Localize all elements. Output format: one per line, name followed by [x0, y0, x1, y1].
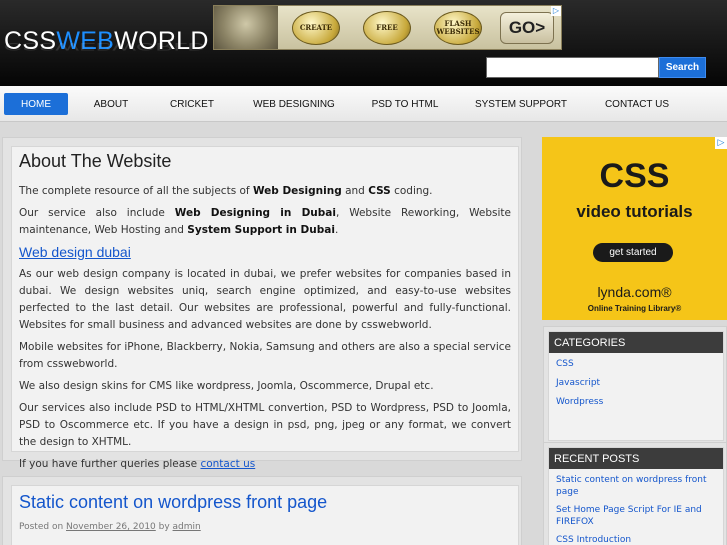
recent-posts-widget: RECENT POSTS Static content on wordpress…: [543, 442, 727, 545]
recent-posts-title: RECENT POSTS: [549, 448, 723, 469]
category-link-css[interactable]: CSS: [556, 358, 716, 370]
page-title: About The Website: [19, 151, 172, 171]
search-input[interactable]: [486, 57, 659, 78]
ad-choices-icon[interactable]: ▷: [715, 137, 727, 149]
banner-badge-free: FREE: [363, 11, 411, 45]
about-paragraph-7: If you have further queries please conta…: [19, 458, 256, 470]
contact-us-link[interactable]: contact us: [200, 458, 255, 470]
nav-item-psd-to-html[interactable]: PSD TO HTML: [367, 93, 443, 115]
about-panel: About The Website The complete resource …: [2, 137, 522, 470]
ad-tagline: Online Training Library®: [587, 304, 682, 313]
about-paragraph-6: Our services also include PSD to HTML/XH…: [19, 402, 511, 448]
site-header: CSSWEBWORLD CSSWEBWORLD CREATE FREE FLAS…: [0, 0, 727, 86]
post-meta: Posted on November 26, 2010 by admin: [19, 522, 201, 532]
post-date-link[interactable]: November 26, 2010: [66, 522, 156, 532]
recent-post-link[interactable]: Static content on wordpress front page: [556, 474, 716, 498]
ad-choices-icon[interactable]: ▷: [551, 6, 561, 16]
nav-item-contact-us[interactable]: CONTACT US: [597, 93, 677, 115]
recent-post-link[interactable]: CSS Introduction: [556, 534, 716, 545]
nav-item-home[interactable]: HOME: [4, 93, 68, 115]
categories-title: CATEGORIES: [549, 332, 723, 353]
post-author-link[interactable]: admin: [173, 522, 201, 532]
ad-headline: CSS: [599, 157, 670, 195]
about-paragraph-1: The complete resource of all the subject…: [19, 185, 433, 197]
categories-widget: CATEGORIES CSS Javascript Wordpress: [543, 326, 727, 448]
nav-item-about[interactable]: ABOUT: [86, 93, 136, 115]
banner-badge-create: CREATE: [292, 11, 340, 45]
sidebar-ad-lynda[interactable]: CSS video tutorials get started lynda.co…: [542, 137, 727, 320]
about-paragraph-4: Mobile websites for iPhone, Blackberry, …: [19, 341, 511, 370]
recent-posts-widget-inner: RECENT POSTS Static content on wordpress…: [548, 447, 724, 545]
category-link-javascript[interactable]: Javascript: [556, 377, 716, 389]
main-nav: HOME ABOUT CRICKET WEB DESIGNING PSD TO …: [0, 86, 727, 122]
nav-item-system-support[interactable]: SYSTEM SUPPORT: [471, 93, 571, 115]
about-paragraph-3: As our web design company is located in …: [19, 268, 511, 331]
banner-portrait-image: [214, 6, 278, 49]
recent-posts-list: Static content on wordpress front page S…: [549, 469, 723, 545]
banner-ad[interactable]: CREATE FREE FLASH WEBSITES GO> ▷: [213, 5, 562, 50]
categories-widget-inner: CATEGORIES CSS Javascript Wordpress: [548, 331, 724, 441]
category-link-wordpress[interactable]: Wordpress: [556, 396, 716, 408]
categories-list: CSS Javascript Wordpress: [549, 353, 723, 420]
ad-brand: lynda.com®: [597, 284, 672, 300]
banner-badge-flash: FLASH WEBSITES: [434, 11, 482, 45]
banner-go-button[interactable]: GO>: [500, 12, 554, 44]
logo-reflection: CSSWEBWORLD: [4, 40, 206, 53]
about-paragraph-2: Our service also include Web Designing i…: [19, 207, 511, 236]
post-panel: Static content on wordpress front page P…: [2, 476, 522, 545]
post-title-link[interactable]: Static content on wordpress front page: [19, 492, 511, 513]
search-button[interactable]: Search: [659, 57, 706, 78]
post-entry: Static content on wordpress front page P…: [11, 485, 519, 545]
ad-subline: video tutorials: [576, 202, 693, 221]
nav-item-cricket[interactable]: CRICKET: [163, 93, 221, 115]
nav-item-web-designing[interactable]: WEB DESIGNING: [248, 93, 340, 115]
about-paragraph-5: We also design skins for CMS like wordpr…: [19, 380, 434, 392]
web-design-dubai-link[interactable]: Web design dubai: [19, 244, 511, 260]
recent-post-link[interactable]: Set Home Page Script For IE and FIREFOX: [556, 504, 716, 528]
ad-get-started-button[interactable]: get started: [593, 243, 673, 262]
about-article: About The Website The complete resource …: [11, 146, 519, 470]
